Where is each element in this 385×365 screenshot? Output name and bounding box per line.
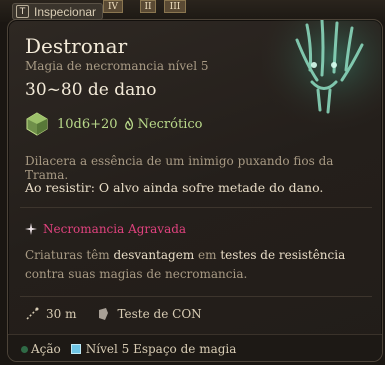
condition-description: Criaturas têm desvantagem em testes de r…: [25, 248, 346, 281]
keyword-saving-throws[interactable]: testes de resistência: [220, 248, 345, 262]
spell-school-level: Magia de necromancia nível 5: [25, 59, 209, 73]
damage-roll-row: 10d6+20 Necrótico: [25, 112, 202, 136]
inspect-label: Inspecionar: [34, 4, 97, 19]
sparkle-icon: [25, 223, 37, 235]
spell-stats-row: 30 m Teste de CON: [25, 307, 202, 321]
cost-footer: Ação Nível 5 Espaço de magia: [8, 334, 382, 361]
keyword-disadvantage[interactable]: desvantagem: [113, 248, 194, 262]
damage-dice: 10d6+20: [57, 116, 118, 132]
necrotic-flame-icon: [124, 117, 133, 130]
spell-slot-3[interactable]: III: [164, 0, 186, 13]
necrotic-dice-icon: [26, 112, 48, 136]
spell-slot-4[interactable]: IV: [103, 0, 123, 13]
condition-header[interactable]: Necromancia Agravada: [25, 222, 186, 236]
saving-throw: Teste de CON: [117, 307, 202, 321]
spell-slot-2[interactable]: II: [140, 0, 156, 13]
keybind-t: T: [16, 5, 29, 18]
damage-range: 30~80 de dano: [25, 80, 157, 100]
damage-type: Necrótico: [137, 116, 203, 132]
condition-name: Necromancia Agravada: [43, 222, 187, 236]
spell-title: Destronar: [25, 34, 128, 58]
spell-tooltip: Destronar Magia de necromancia nível 5 3…: [7, 19, 383, 362]
range-icon: [26, 307, 39, 320]
spell-art-icon: [262, 20, 382, 130]
divider: [20, 296, 372, 297]
spell-range: 30 m: [46, 307, 77, 321]
spell-description: Dilacera a essência de um inimigo puxand…: [25, 154, 334, 182]
spell-slot-cost: Nível 5 Espaço de magia: [85, 342, 237, 356]
divider: [20, 207, 372, 208]
spell-slot-icon: [70, 344, 81, 354]
action-dot-icon: [21, 345, 28, 353]
shield-icon: [99, 308, 109, 320]
action-cost: Ação: [31, 342, 61, 356]
on-save-effect: Ao resistir: O alvo ainda sofre metade d…: [25, 180, 324, 195]
inspect-button[interactable]: T Inspecionar: [12, 3, 104, 20]
